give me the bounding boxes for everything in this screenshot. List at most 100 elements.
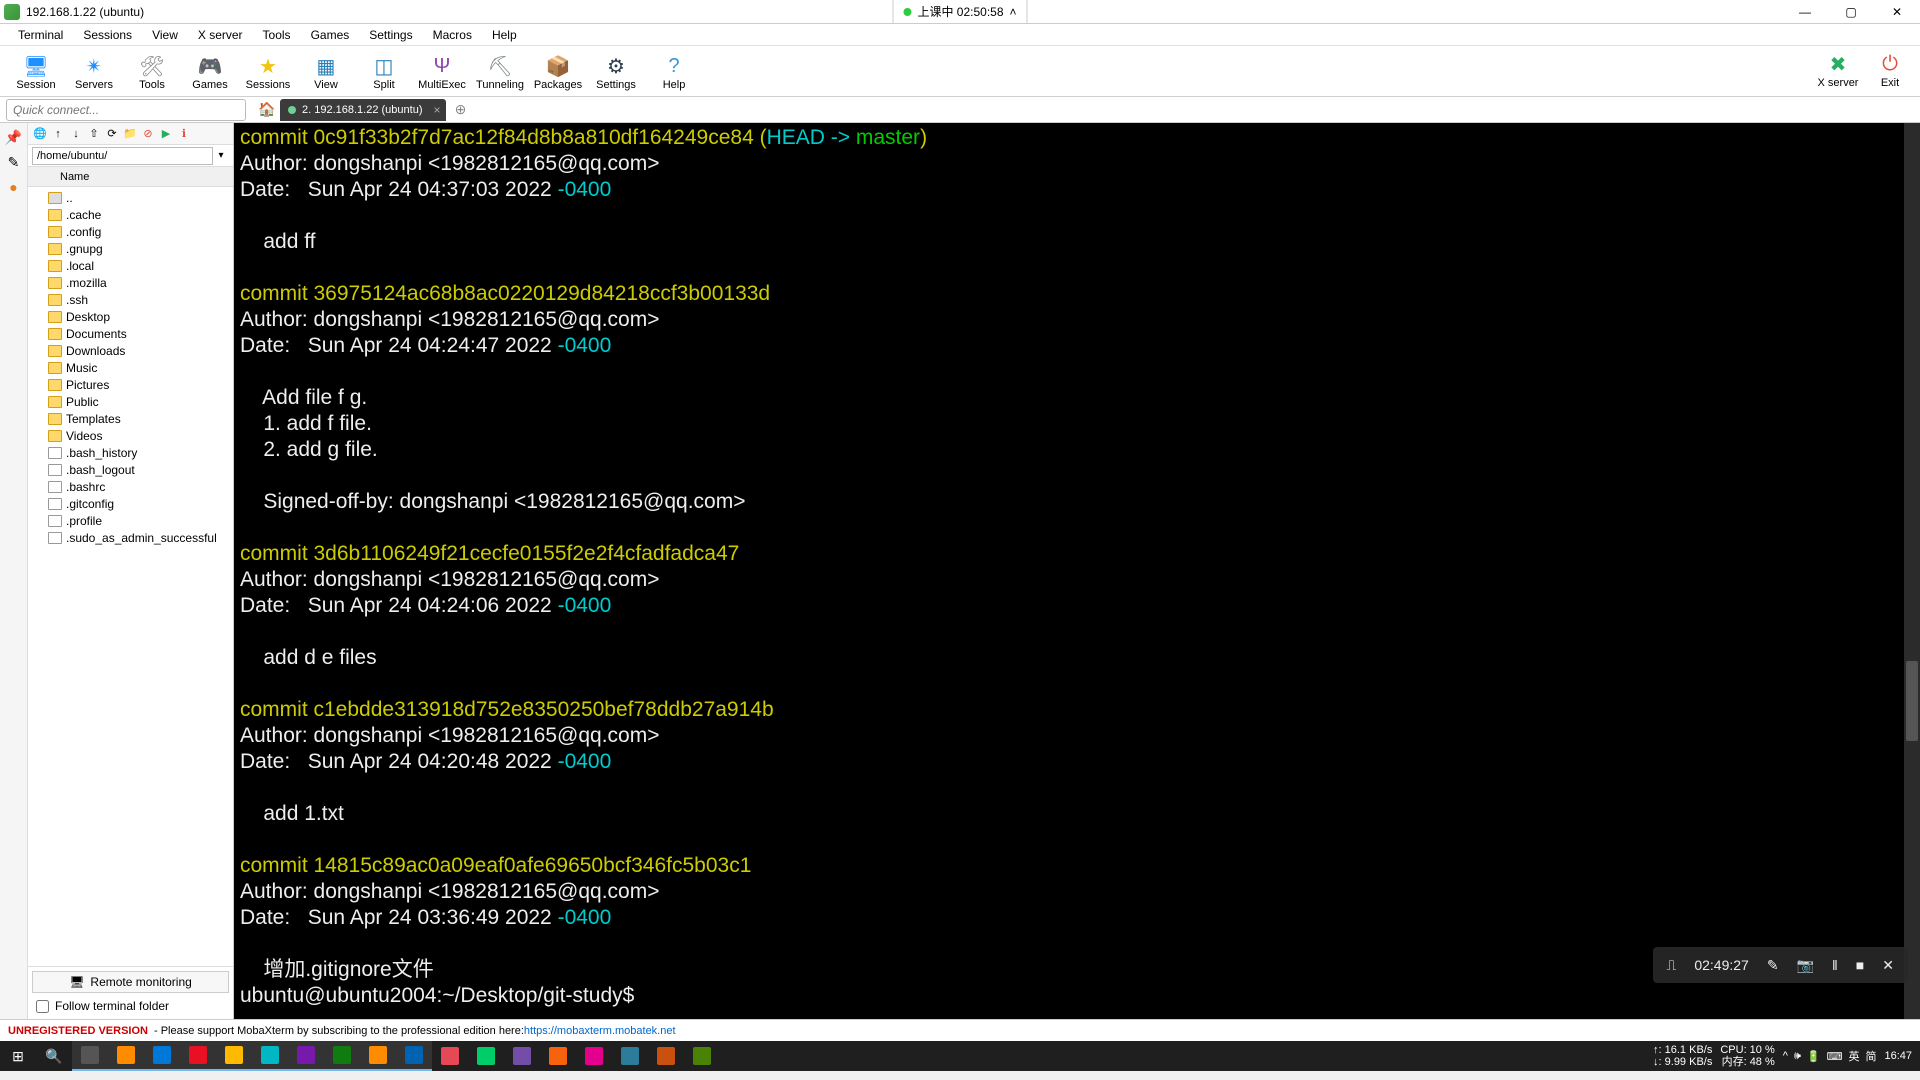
tree-item[interactable]: .ssh [28,291,233,308]
rec-stop-icon[interactable]: ■ [1856,952,1864,978]
sftp-up-icon[interactable]: ↑ [50,126,66,142]
tree-item[interactable]: .gitconfig [28,495,233,512]
tree-item[interactable]: .bash_history [28,444,233,461]
tool-x-server-button[interactable]: ✖X server [1814,48,1862,92]
menu-games[interactable]: Games [301,26,360,44]
taskbar-app-button[interactable] [396,1041,432,1071]
tool-split-button[interactable]: ◫Split [356,50,412,94]
taskbar-app-button[interactable] [360,1041,396,1071]
footer-link[interactable]: https://mobaxterm.mobatek.net [524,1025,676,1037]
file-tree[interactable]: ...cache.config.gnupg.local.mozilla.sshD… [28,187,233,966]
follow-terminal-input[interactable] [36,1000,49,1013]
tree-item[interactable]: Pictures [28,376,233,393]
tree-item[interactable]: .sudo_as_admin_successful [28,529,233,546]
taskbar-app-button[interactable] [576,1041,612,1071]
rec-camera-icon[interactable]: 📷 [1797,952,1814,978]
tool-help-button[interactable]: ?Help [646,50,702,94]
tab-close-icon[interactable]: × [433,103,440,117]
taskbar-app-button[interactable] [252,1041,288,1071]
tree-item[interactable]: Downloads [28,342,233,359]
rec-pause-icon[interactable]: ‖ [1832,952,1838,978]
tree-item[interactable]: Music [28,359,233,376]
maximize-button[interactable]: ▢ [1828,0,1874,24]
rec-mic-icon[interactable]: ⎍ [1667,952,1677,978]
sftp-info-icon[interactable]: ℹ [176,126,192,142]
home-tab-icon[interactable]: 🏠 [258,101,276,119]
taskbar-app-button[interactable] [684,1041,720,1071]
rec-close-icon[interactable]: ✕ [1882,952,1894,978]
tree-item[interactable]: .. [28,189,233,206]
tool-tools-button[interactable]: 🛠Tools [124,50,180,94]
minimize-button[interactable]: — [1782,0,1828,24]
sftp-path-input[interactable] [32,147,213,165]
terminal-scrollbar[interactable] [1904,123,1920,1019]
tool-exit-button[interactable]: ⏻Exit [1866,48,1914,92]
taskbar-app-button[interactable] [108,1041,144,1071]
sftp-stop-icon[interactable]: ▶ [158,126,174,142]
taskbar-app-button[interactable] [540,1041,576,1071]
tool-session-button[interactable]: 🖥Session [8,50,64,94]
tree-item[interactable]: Desktop [28,308,233,325]
rec-edit-icon[interactable]: ✎ [1767,952,1779,978]
menu-view[interactable]: View [142,26,188,44]
taskbar-app-button[interactable] [144,1041,180,1071]
sftp-globe-icon[interactable]: 🌐 [32,126,48,142]
menu-settings[interactable]: Settings [359,26,422,44]
vbar-pin-icon[interactable]: 📌 [5,129,22,146]
tray-icon[interactable]: 🔋 [1807,1050,1821,1063]
tree-item[interactable]: Public [28,393,233,410]
menu-sessions[interactable]: Sessions [73,26,142,44]
terminal[interactable]: commit 0c91f33b2f7d7ac12f84d8b8a810df164… [234,123,1920,1019]
scrollbar-thumb[interactable] [1906,661,1918,741]
sftp-newfolder-icon[interactable]: 📁 [122,126,138,142]
tool-multiexec-button[interactable]: ΨMultiExec [414,50,470,94]
menu-help[interactable]: Help [482,26,527,44]
sftp-upload-icon[interactable]: ⇧ [86,126,102,142]
chevron-up-icon[interactable]: ˄ [1010,5,1017,19]
tree-item[interactable]: .profile [28,512,233,529]
sftp-refresh-icon[interactable]: ⟳ [104,126,120,142]
tree-item[interactable]: Documents [28,325,233,342]
tree-item[interactable]: .config [28,223,233,240]
taskbar-app-button[interactable] [288,1041,324,1071]
taskbar-app-button[interactable] [648,1041,684,1071]
taskbar-app-button[interactable] [180,1041,216,1071]
tree-item[interactable]: .cache [28,206,233,223]
search-button[interactable]: 🔍 [36,1041,72,1071]
tool-view-button[interactable]: ▦View [298,50,354,94]
taskbar-app-button[interactable] [468,1041,504,1071]
tool-settings-button[interactable]: ⚙Settings [588,50,644,94]
recording-badge[interactable]: 上课中 02:50:58 ˄ [892,0,1027,24]
tray-icon[interactable]: 英 [1848,1048,1859,1064]
session-tab[interactable]: 2. 192.168.1.22 (ubuntu) × [280,99,446,121]
remote-monitoring-button[interactable]: 🖥 Remote monitoring [32,971,229,993]
tree-item[interactable]: Templates [28,410,233,427]
tool-servers-button[interactable]: ✴Servers [66,50,122,94]
tray-icon[interactable]: 简 [1865,1048,1876,1064]
tray-icon[interactable]: ⌨ [1827,1050,1843,1063]
vbar-circle-icon[interactable]: ● [9,179,17,195]
tree-item[interactable]: .gnupg [28,240,233,257]
tree-item[interactable]: .mozilla [28,274,233,291]
tree-item[interactable]: .local [28,257,233,274]
taskbar-app-button[interactable] [432,1041,468,1071]
close-button[interactable]: ✕ [1874,0,1920,24]
sftp-path-go-icon[interactable]: ▾ [213,150,229,161]
menu-x-server[interactable]: X server [188,26,253,44]
follow-terminal-checkbox[interactable]: Follow terminal folder [32,997,229,1015]
tray-icon[interactable]: 🕪 [1794,1050,1801,1063]
start-button[interactable]: ⊞ [0,1041,36,1071]
taskbar-app-button[interactable] [216,1041,252,1071]
tree-item[interactable]: Videos [28,427,233,444]
tree-item[interactable]: .bashrc [28,478,233,495]
taskbar-app-button[interactable] [72,1041,108,1071]
sftp-download-icon[interactable]: ↓ [68,126,84,142]
tool-packages-button[interactable]: 📦Packages [530,50,586,94]
menu-macros[interactable]: Macros [423,26,482,44]
tree-item[interactable]: .bash_logout [28,461,233,478]
tray-icon[interactable]: ^ [1783,1050,1788,1062]
menu-tools[interactable]: Tools [253,26,301,44]
sftp-delete-icon[interactable]: ⊘ [140,126,156,142]
vbar-brush-icon[interactable]: ✎ [8,154,20,171]
recording-controls[interactable]: ⎍ 02:49:27 ✎ 📷 ‖ ■ ✕ [1653,947,1908,983]
